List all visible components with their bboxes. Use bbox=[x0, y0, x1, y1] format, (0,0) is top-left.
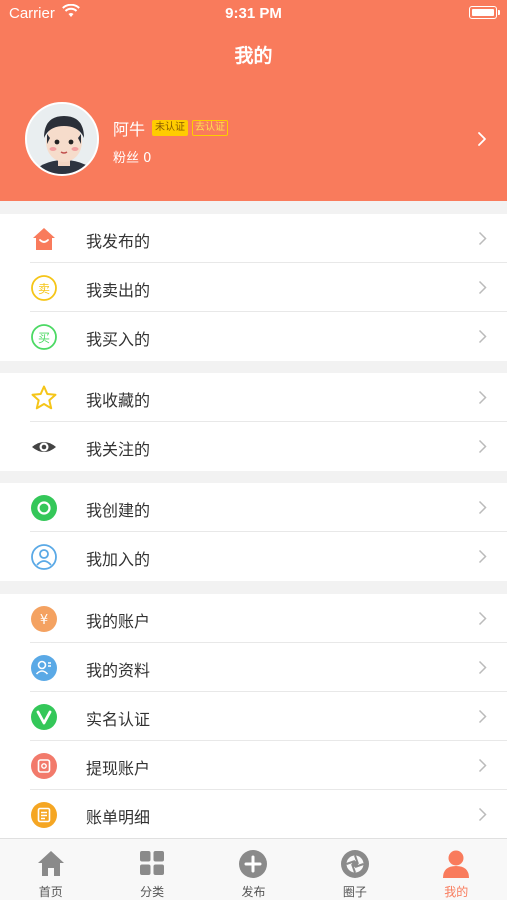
sell-icon: 卖 bbox=[31, 275, 57, 301]
menu-label: 我收藏的 bbox=[86, 391, 151, 410]
chevron-right-icon bbox=[478, 549, 487, 564]
create-icon bbox=[31, 495, 57, 521]
unverified-badge: 未认证 bbox=[152, 120, 188, 136]
chevron-right-icon bbox=[478, 807, 487, 822]
menu-label: 提现账户 bbox=[86, 759, 151, 778]
status-time: 9:31 PM bbox=[225, 5, 282, 22]
tab-category[interactable]: 分类 bbox=[101, 839, 202, 900]
page-title: 我的 bbox=[234, 45, 273, 67]
chevron-right-icon bbox=[478, 660, 487, 675]
status-bar: Carrier 9:31 PM bbox=[0, 0, 507, 28]
tab-label: 首页 bbox=[38, 885, 63, 899]
tab-publish[interactable]: 发布 bbox=[203, 839, 304, 900]
avatar[interactable] bbox=[25, 102, 99, 176]
profile-icon bbox=[31, 655, 57, 681]
header: Carrier 9:31 PM 我的 阿牛 未认证 去认证 粉丝 0 bbox=[0, 0, 507, 201]
menu-item-published[interactable]: 我发布的 bbox=[0, 214, 507, 263]
menu-item-bought[interactable]: 买 我买入的 bbox=[0, 312, 507, 361]
menu-label: 我加入的 bbox=[86, 550, 151, 569]
chevron-right-icon bbox=[478, 611, 487, 626]
menu-group-orders: 我发布的 卖 我卖出的 买 我买入的 bbox=[0, 214, 507, 361]
chevron-right-icon bbox=[478, 329, 487, 344]
verify-icon bbox=[31, 704, 57, 730]
menu-item-withdraw[interactable]: 提现账户 bbox=[0, 741, 507, 790]
person-icon bbox=[443, 850, 470, 878]
chevron-right-icon bbox=[478, 758, 487, 773]
menu-item-collected[interactable]: 我收藏的 bbox=[0, 373, 507, 422]
buy-icon: 买 bbox=[31, 324, 57, 350]
chevron-right-icon bbox=[478, 500, 487, 515]
house-icon bbox=[33, 228, 55, 250]
yuan-icon: ¥ bbox=[31, 606, 57, 632]
menu-label: 我买入的 bbox=[86, 330, 151, 349]
withdraw-icon bbox=[31, 753, 57, 779]
menu-label: 我创建的 bbox=[86, 501, 151, 520]
menu-group-circles: 我创建的 我加入的 bbox=[0, 483, 507, 581]
tab-home[interactable]: 首页 bbox=[0, 839, 101, 900]
svg-text:买: 买 bbox=[38, 331, 50, 345]
username: 阿牛 bbox=[113, 120, 146, 139]
menu-item-joined[interactable]: 我加入的 bbox=[0, 532, 507, 581]
tab-label: 圈子 bbox=[342, 885, 367, 899]
menu-item-account[interactable]: ¥ 我的账户 bbox=[0, 594, 507, 643]
verify-badge[interactable]: 去认证 bbox=[192, 120, 228, 136]
eye-icon bbox=[32, 442, 56, 452]
chevron-right-icon bbox=[478, 231, 487, 246]
tab-label: 分类 bbox=[140, 885, 165, 899]
battery-icon bbox=[469, 6, 500, 19]
join-icon bbox=[31, 544, 57, 570]
chevron-right-icon bbox=[478, 709, 487, 724]
menu-label: 我关注的 bbox=[86, 440, 151, 459]
chevron-right-icon bbox=[478, 132, 486, 146]
chevron-right-icon bbox=[478, 390, 487, 405]
chevron-right-icon bbox=[478, 280, 487, 295]
menu-item-profile[interactable]: 我的资料 bbox=[0, 643, 507, 692]
menu-label: 我发布的 bbox=[86, 232, 151, 251]
tab-label: 我的 bbox=[444, 885, 469, 899]
menu-label: 账单明细 bbox=[86, 808, 151, 827]
chevron-right-icon bbox=[478, 439, 487, 454]
svg-text:¥: ¥ bbox=[40, 613, 48, 628]
menu-item-following[interactable]: 我关注的 bbox=[0, 422, 507, 471]
plus-icon bbox=[239, 850, 268, 878]
menu-item-created[interactable]: 我创建的 bbox=[0, 483, 507, 532]
followers-count: 粉丝 0 bbox=[113, 151, 152, 166]
menu-group-account: ¥ 我的账户 我的资料 实名认证 提现账户 账单明细 bbox=[0, 594, 507, 839]
profile-card[interactable]: 阿牛 未认证 去认证 粉丝 0 bbox=[0, 95, 507, 185]
avatar-image bbox=[27, 104, 97, 174]
svg-text:卖: 卖 bbox=[38, 282, 50, 296]
menu-item-sold[interactable]: 卖 我卖出的 bbox=[0, 263, 507, 312]
menu-label: 我卖出的 bbox=[86, 281, 151, 300]
menu-label: 实名认证 bbox=[86, 710, 151, 729]
tab-bar: 首页 分类 发布 圈子 我的 bbox=[0, 838, 507, 900]
menu-item-bills[interactable]: 账单明细 bbox=[0, 790, 507, 839]
star-icon bbox=[31, 385, 57, 410]
aperture-icon bbox=[340, 850, 369, 878]
menu-item-verify[interactable]: 实名认证 bbox=[0, 692, 507, 741]
home-icon bbox=[37, 851, 64, 876]
menu-label: 我的资料 bbox=[86, 661, 151, 680]
grid-icon bbox=[140, 851, 165, 875]
bill-icon bbox=[31, 802, 57, 828]
menu-group-favorites: 我收藏的 我关注的 bbox=[0, 373, 507, 471]
menu-label: 我的账户 bbox=[86, 612, 151, 631]
tab-label: 发布 bbox=[241, 885, 266, 899]
tab-me[interactable]: 我的 bbox=[406, 839, 507, 900]
tab-circle[interactable]: 圈子 bbox=[304, 839, 405, 900]
